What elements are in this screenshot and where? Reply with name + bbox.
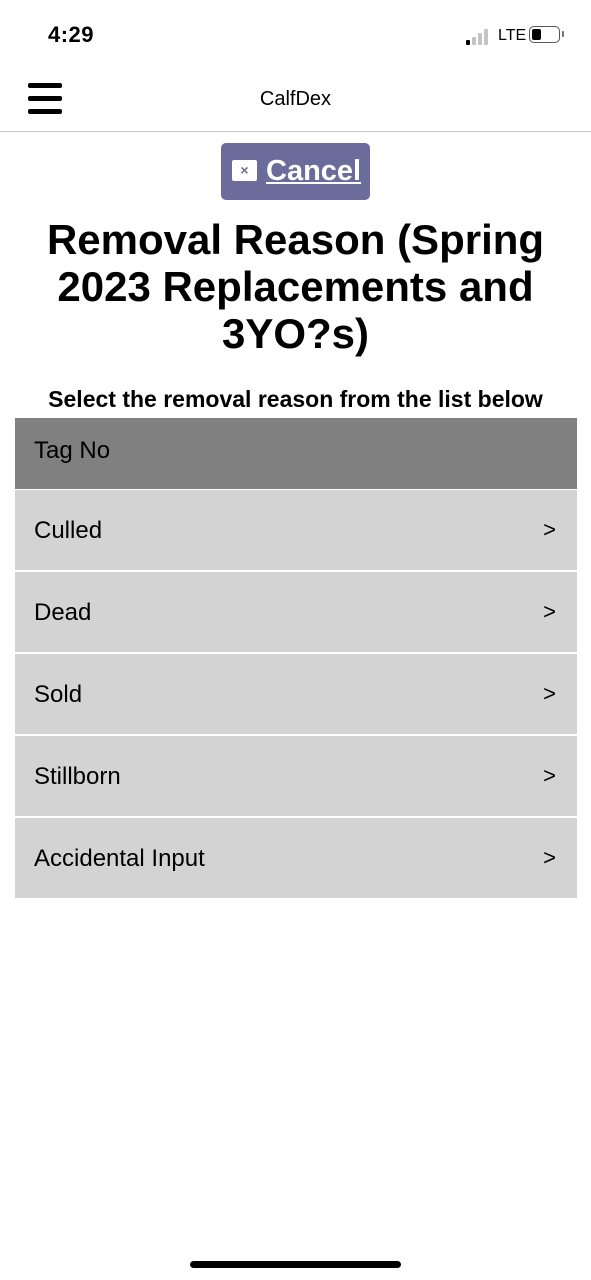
nav-bar: CalfDex <box>0 70 591 132</box>
list-header-label: Tag No <box>34 437 111 464</box>
battery-icon <box>529 26 560 43</box>
cellular-signal-icon <box>466 27 494 45</box>
list-item-label: Accidental Input <box>34 845 205 872</box>
list-item-accidental-input[interactable]: Accidental Input > <box>15 818 577 898</box>
chevron-right-icon: > <box>543 845 556 870</box>
cancel-label: Cancel <box>266 155 362 187</box>
chevron-right-icon: > <box>543 599 556 624</box>
chevron-right-icon: > <box>543 763 556 788</box>
app-title: CalfDex <box>259 88 332 110</box>
battery-cap <box>562 31 564 37</box>
instruction-text: Select the removal reason from the list … <box>48 386 543 412</box>
list-header: Tag No <box>15 418 577 490</box>
list-item-label: Dead <box>34 599 92 626</box>
page-title: Removal Reason (Spring 2023 Replacements… <box>46 216 545 357</box>
home-indicator[interactable] <box>190 1261 401 1268</box>
list-item-label: Stillborn <box>34 763 121 790</box>
network-type-label: LTE <box>498 27 527 44</box>
removal-reason-list: Tag No Culled > Dead > Sold > Stillborn … <box>15 418 577 898</box>
status-bar: 4:29 LTE <box>0 0 591 70</box>
list-item-sold[interactable]: Sold > <box>15 654 577 736</box>
chevron-right-icon: > <box>543 681 556 706</box>
list-item-dead[interactable]: Dead > <box>15 572 577 654</box>
list-item-culled[interactable]: Culled > <box>15 490 577 572</box>
chevron-right-icon: > <box>543 517 556 542</box>
list-item-label: Culled <box>34 517 103 544</box>
status-time: 4:29 <box>48 22 95 47</box>
list-item-stillborn[interactable]: Stillborn > <box>15 736 577 818</box>
close-icon: × <box>232 160 257 181</box>
list-item-label: Sold <box>34 681 83 708</box>
cancel-button[interactable]: × Cancel <box>221 143 370 200</box>
